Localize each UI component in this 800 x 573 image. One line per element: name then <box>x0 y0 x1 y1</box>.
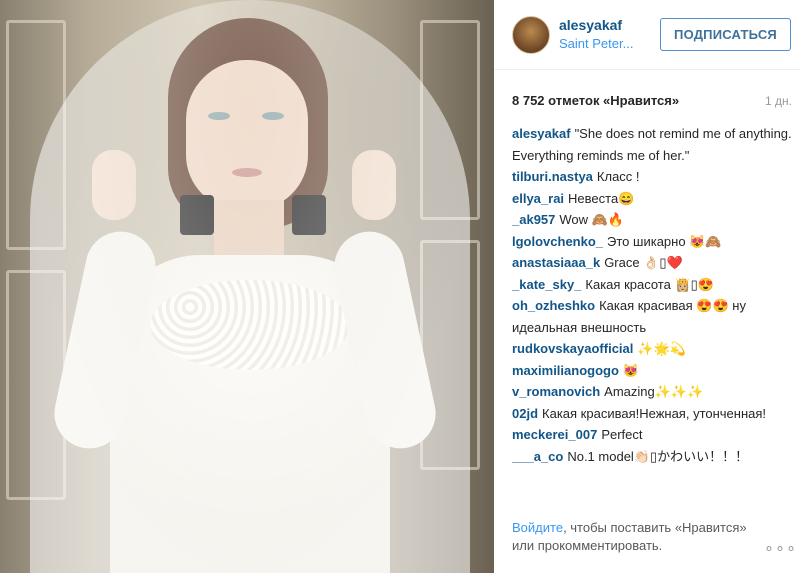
comment-username[interactable]: rudkovskayaofficial <box>512 341 633 356</box>
veil <box>30 0 470 573</box>
likes-count[interactable]: 8 752 отметок «Нравится» <box>512 93 679 108</box>
comment-username[interactable]: _ak957 <box>512 212 555 227</box>
comment: lgolovchenko_ Это шикарно 😻🙈 <box>512 231 794 253</box>
comment-username[interactable]: ellya_rai <box>512 191 564 206</box>
comment-username[interactable]: lgolovchenko_ <box>512 234 603 249</box>
comment-username[interactable]: v_romanovich <box>512 384 600 399</box>
comment-text: Это шикарно 😻🙈 <box>607 233 722 249</box>
post-time[interactable]: 1 дн. <box>765 94 792 108</box>
post-sidebar: alesyakaf Saint Peter... ПОДПИСАТЬСЯ 8 7… <box>494 0 800 573</box>
post-modal: alesyakaf Saint Peter... ПОДПИСАТЬСЯ 8 7… <box>0 0 800 573</box>
comments-list: alesyakaf "She does not remind me of anyt… <box>512 123 794 467</box>
comment-username[interactable]: ___a_co <box>512 449 563 464</box>
post-location[interactable]: Saint Peter... <box>559 36 633 51</box>
post-username[interactable]: alesyakaf <box>559 17 622 33</box>
comment-text: Wow 🙈🔥 <box>559 212 625 227</box>
comment-username[interactable]: 02jd <box>512 406 538 421</box>
comment-text: ✨🌟💫 <box>637 341 686 356</box>
comment: oh_ozheshko Какая красивая 😍😍 ну идеальна… <box>512 295 794 338</box>
comment-text: Какая красивая!Нежная, утонченная! <box>542 405 767 421</box>
comment-username[interactable]: meckerei_007 <box>512 427 597 442</box>
comment: v_romanovich Amazing✨✨✨ <box>512 381 794 403</box>
comment: ___a_co No.1 model👏🏻▯かわいい！！！ <box>512 446 794 468</box>
comment-text: 😻 <box>622 362 640 378</box>
comment: ellya_rai Невеста😄 <box>512 188 794 210</box>
comment: alesyakaf "She does not remind me of anyt… <box>512 123 794 166</box>
comment-text: Класс ! <box>596 169 640 184</box>
comment-username[interactable]: maximilianogogo <box>512 363 619 378</box>
comment: 02jd Какая красивая!Нежная, утонченная! <box>512 403 794 425</box>
comment: anastasiaaa_k Grace 👌🏻▯❤️ <box>512 252 794 274</box>
login-prompt: Войдите, чтобы поставить «Нравится» или … <box>512 519 762 555</box>
likes-row: 8 752 отметок «Нравится» 1 дн. <box>512 93 792 111</box>
comment: rudkovskayaofficial ✨🌟💫 <box>512 338 794 360</box>
comment-text: Какая красота 👸🏼▯😍 <box>585 276 714 292</box>
comment: _ak957 Wow 🙈🔥 <box>512 209 794 231</box>
comment-text: No.1 model👏🏻▯かわいい！！！ <box>567 448 749 464</box>
comment-text: Perfect <box>601 427 643 442</box>
login-link[interactable]: Войдите <box>512 520 563 535</box>
follow-button[interactable]: ПОДПИСАТЬСЯ <box>660 18 791 51</box>
more-options-icon[interactable]: ∘∘∘ <box>764 538 797 558</box>
comment-text: Grace 👌🏻▯❤️ <box>604 255 683 270</box>
comment: maximilianogogo 😻 <box>512 360 794 382</box>
comment-text: Amazing✨✨✨ <box>604 384 704 399</box>
comment: _kate_sky_ Какая красота 👸🏼▯😍 <box>512 274 794 296</box>
comment-username[interactable]: _kate_sky_ <box>512 277 581 292</box>
comment-text: Невеста😄 <box>568 190 635 206</box>
comment: tilburi.nastya Класс ! <box>512 166 794 188</box>
post-header: alesyakaf Saint Peter... ПОДПИСАТЬСЯ <box>494 0 800 70</box>
comment-username[interactable]: anastasiaaa_k <box>512 255 600 270</box>
comment: meckerei_007 Perfect <box>512 424 794 446</box>
comment-username[interactable]: tilburi.nastya <box>512 169 593 184</box>
comment-username[interactable]: oh_ozheshko <box>512 298 595 313</box>
user-avatar[interactable] <box>512 16 550 54</box>
post-photo[interactable] <box>0 0 494 573</box>
comment-username[interactable]: alesyakaf <box>512 126 571 141</box>
